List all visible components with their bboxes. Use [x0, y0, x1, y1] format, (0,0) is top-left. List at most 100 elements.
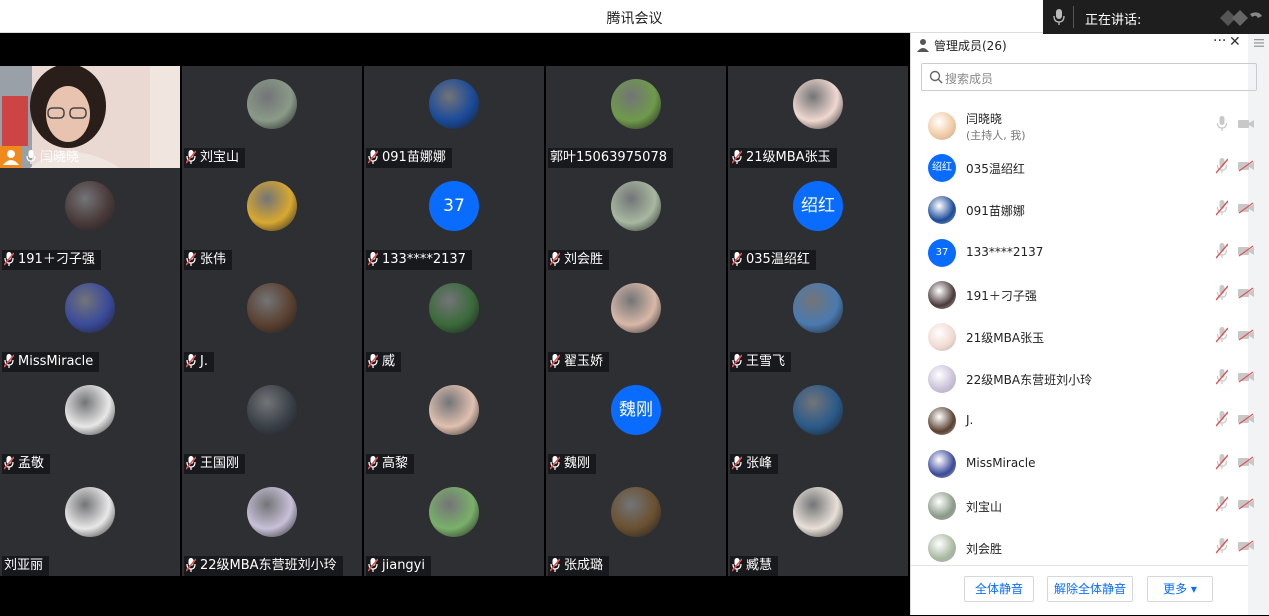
- participant-tile[interactable]: 绍红 035温绍红: [728, 168, 908, 270]
- participant-tile[interactable]: 091苗娜娜: [364, 66, 544, 168]
- member-row[interactable]: 191＋刁子强: [911, 275, 1254, 317]
- member-row[interactable]: 091苗娜娜: [911, 190, 1254, 232]
- avatar: [429, 283, 479, 333]
- participant-name: MissMiracle: [18, 354, 94, 369]
- avatar: [611, 79, 661, 129]
- participant-tile[interactable]: 张峰: [728, 372, 908, 474]
- participant-tile[interactable]: 张伟: [182, 168, 362, 270]
- menu-icon[interactable]: [1254, 39, 1264, 47]
- member-name: 闫晓晓: [966, 112, 1003, 126]
- participant-label: 133****2137: [366, 250, 472, 270]
- avatar: [793, 283, 843, 333]
- mute-all-button[interactable]: 全体静音: [964, 576, 1034, 602]
- mic-muted-icon[interactable]: [1216, 284, 1228, 301]
- participant-tile[interactable]: 刘亚丽: [0, 474, 180, 576]
- mic-muted-icon[interactable]: [1216, 369, 1228, 385]
- participant-tile[interactable]: 21级MBA张玉: [728, 66, 908, 168]
- participant-tile[interactable]: 高黎: [364, 372, 544, 474]
- participant-name: 22级MBA东营班刘小玲: [200, 558, 337, 573]
- camera-off-icon[interactable]: [1238, 540, 1254, 552]
- mic-muted-icon: [368, 150, 378, 164]
- camera-off-icon[interactable]: [1238, 498, 1254, 510]
- participant-tile[interactable]: MissMiracle: [0, 270, 180, 372]
- mic-muted-icon[interactable]: [1216, 200, 1228, 216]
- more-button[interactable]: 更多 ▾: [1147, 576, 1213, 602]
- avatar: [793, 385, 843, 435]
- mic-muted-icon[interactable]: [1216, 327, 1228, 343]
- camera-off-icon[interactable]: [1238, 371, 1254, 383]
- participant-tile[interactable]: 臧慧: [728, 474, 908, 576]
- mic-muted-icon[interactable]: [1216, 538, 1228, 554]
- member-name: J.: [966, 413, 974, 428]
- mic-muted-icon: [550, 252, 560, 266]
- unmute-all-button[interactable]: 解除全体静音: [1047, 576, 1133, 602]
- participant-tile[interactable]: 魏刚 魏刚: [546, 372, 726, 474]
- participant-tile[interactable]: 翟玉娇: [546, 270, 726, 372]
- mic-muted-icon: [186, 558, 196, 572]
- avatar: [247, 385, 297, 435]
- participant-label: 翟玉娇: [548, 352, 610, 372]
- member-name: MissMiracle: [966, 455, 1036, 470]
- mic-muted-icon[interactable]: [1216, 495, 1228, 512]
- mic-icon: [26, 150, 36, 164]
- mic-muted-icon: [4, 354, 14, 368]
- avatar: [928, 534, 956, 562]
- mic-muted-icon[interactable]: [1216, 453, 1228, 470]
- participant-name: 刘会胜: [564, 252, 604, 267]
- camera-off-icon[interactable]: [1238, 413, 1254, 425]
- participant-tile[interactable]: 191＋刁子强: [0, 168, 180, 270]
- participant-tile[interactable]: 刘宝山: [182, 66, 362, 168]
- participant-label: 刘宝山: [184, 148, 246, 168]
- member-row[interactable]: 闫晓晓 (主持人, 我): [911, 106, 1254, 148]
- member-row[interactable]: J.: [911, 401, 1254, 443]
- member-name: 191＋刁子强: [966, 288, 1037, 303]
- camera-off-icon[interactable]: [1238, 245, 1254, 257]
- participant-tile[interactable]: 王国刚: [182, 372, 362, 474]
- mic-icon[interactable]: [1216, 116, 1228, 132]
- close-button[interactable]: ✕: [1229, 34, 1241, 50]
- participant-tile[interactable]: 37 133****2137: [364, 168, 544, 270]
- avatar: [429, 79, 479, 129]
- mic-muted-icon[interactable]: [1216, 158, 1228, 174]
- speaking-label: 正在讲话:: [1085, 13, 1142, 28]
- participant-tile[interactable]: 王雪飞: [728, 270, 908, 372]
- search-input[interactable]: 搜索成员: [921, 63, 1257, 91]
- participant-label: 刘会胜: [548, 250, 610, 270]
- camera-off-icon[interactable]: [1238, 287, 1254, 299]
- camera-off-icon[interactable]: [1238, 160, 1254, 172]
- participant-tile[interactable]: 张成璐: [546, 474, 726, 576]
- search-icon: [929, 70, 943, 84]
- mic-muted-icon[interactable]: [1216, 242, 1228, 259]
- camera-off-icon[interactable]: [1238, 329, 1254, 341]
- participant-name: 21级MBA张玉: [746, 150, 831, 165]
- participant-tile[interactable]: 刘会胜: [546, 168, 726, 270]
- avatar: 绍红: [793, 181, 843, 231]
- member-row[interactable]: 刘会胜: [911, 528, 1254, 570]
- avatar: [429, 487, 479, 537]
- participant-tile[interactable]: 22级MBA东营班刘小玲: [182, 474, 362, 576]
- avatar: [65, 385, 115, 435]
- avatar: [611, 181, 661, 231]
- member-row[interactable]: 绍红 035温绍红: [911, 148, 1254, 190]
- participant-label: 闫晓晓: [24, 148, 85, 168]
- self-video-tile[interactable]: 闫晓晓: [0, 66, 180, 168]
- camera-icon[interactable]: [1238, 118, 1254, 130]
- mic-muted-icon[interactable]: [1216, 411, 1228, 427]
- camera-off-icon[interactable]: [1238, 456, 1254, 468]
- member-row[interactable]: 37 133****2137: [911, 233, 1254, 275]
- participant-tile[interactable]: 郭叶15063975078: [546, 66, 726, 168]
- mic-muted-icon: [368, 456, 378, 470]
- more-options-button[interactable]: ···: [1213, 33, 1226, 49]
- participant-tile[interactable]: jiangyi: [364, 474, 544, 576]
- participant-tile[interactable]: J.: [182, 270, 362, 372]
- participant-tile[interactable]: 威: [364, 270, 544, 372]
- participant-name: J.: [200, 354, 208, 369]
- member-name: 035温绍红: [966, 162, 1025, 177]
- member-row[interactable]: 22级MBA东营班刘小玲: [911, 359, 1254, 401]
- member-row[interactable]: 21级MBA张玉: [911, 317, 1254, 359]
- member-row[interactable]: MissMiracle: [911, 444, 1254, 486]
- participant-tile[interactable]: 孟敬: [0, 372, 180, 474]
- member-row[interactable]: 刘宝山: [911, 486, 1254, 528]
- participant-label: 高黎: [366, 454, 415, 474]
- camera-off-icon[interactable]: [1238, 202, 1254, 214]
